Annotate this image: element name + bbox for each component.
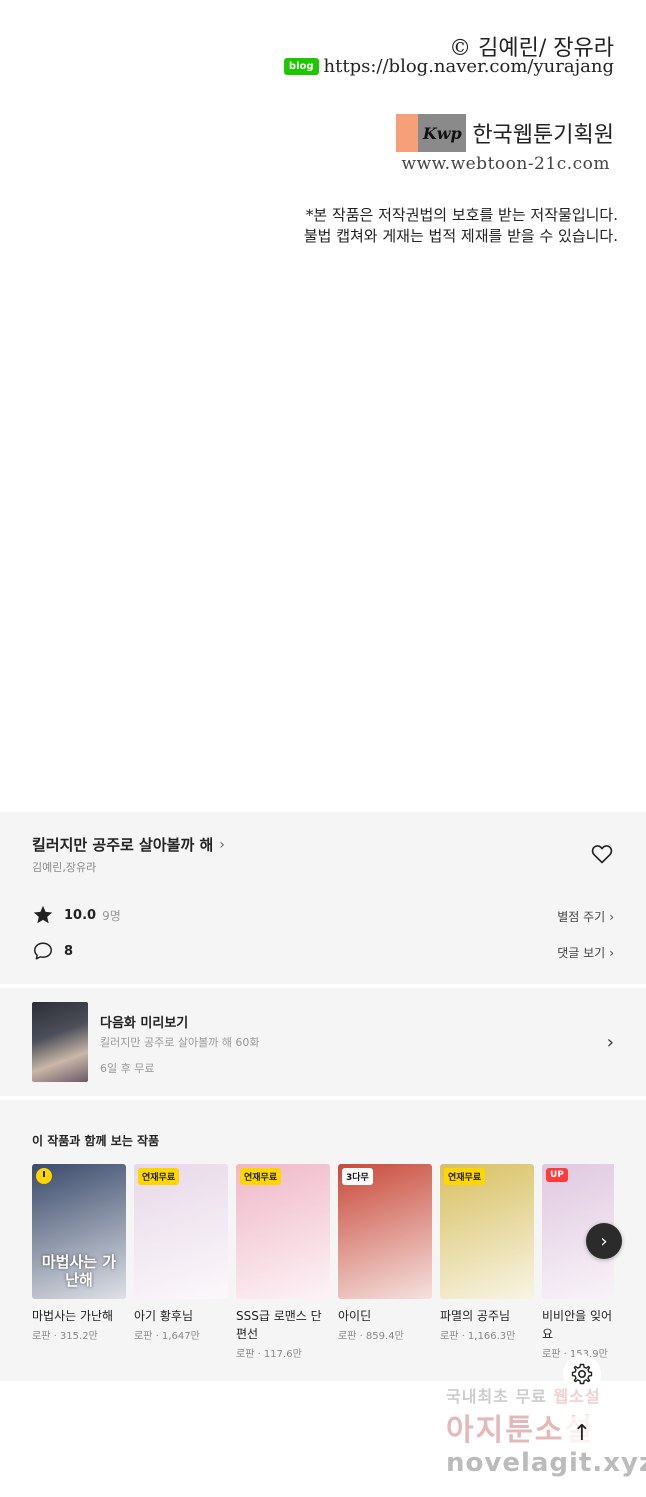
recommendation-meta: 로판 · 1,647만 [134, 1331, 200, 1342]
arrow-up-icon: ↑ [572, 1420, 592, 1446]
blog-icon: blog [283, 58, 319, 75]
recommendations-heading: 이 작품과 함께 보는 작품 [32, 1134, 160, 1148]
recommendation-cover: 연재무료 [236, 1164, 330, 1299]
watermark-line3: novelagit.xyz [446, 1448, 646, 1478]
recommendation-title: 아기 황후님 [134, 1309, 194, 1323]
blog-link[interactable]: blog https://blog.naver.com/yurajang [283, 56, 614, 77]
rating-summary: 10.0 9명 [32, 904, 121, 926]
work-info: 킬러지만 공주로 살아볼까 해 › 김예린,장유라 10.0 9명 별점 주기 … [0, 812, 646, 984]
recommendation-cover: 마법사는 가난해 [32, 1164, 126, 1299]
work-title-link[interactable]: 킬러지만 공주로 살아볼까 해 › [32, 834, 225, 855]
view-comments-button[interactable]: 댓글 보기 › [557, 944, 614, 961]
recommendation-meta: 로판 · 1,166.3만 [440, 1331, 516, 1342]
recommendation-cover: 3다무 [338, 1164, 432, 1299]
cover-title: 마법사는 가난해 [41, 1253, 117, 1289]
rating-count: 9명 [102, 908, 121, 923]
recommendation-title: 아이딘 [338, 1309, 372, 1323]
recommendation-title: SSS급 로맨스 단편선 [236, 1309, 322, 1341]
recommendation-badge: 연재무료 [240, 1168, 282, 1185]
recommendations-section: 이 작품과 함께 보는 작품 마법사는 가난해 마법사는 가난해 로판 · 315.… [0, 1100, 646, 1381]
viewer-page: © 김예린/ 장유라 blog https://blog.naver.com/y… [0, 0, 646, 1497]
kwp-brand: Kwp 한국웹툰기획원 [396, 114, 614, 152]
copyright-notice: *본 작품은 저작권법의 보호를 받는 저작물입니다. 불법 캡쳐와 게재는 법… [303, 206, 618, 245]
work-authors: 김예린,장유라 [32, 861, 97, 874]
chevron-right-icon: › [609, 945, 614, 960]
chevron-right-icon: › [609, 909, 614, 924]
clock-icon [36, 1168, 52, 1184]
recommendation-cover: 연재무료 [134, 1164, 228, 1299]
next-episode-preview[interactable]: 다음화 미리보기 킬러지만 공주로 살아볼까 해 60화 6일 후 무료 › [0, 988, 646, 1096]
recommendation-card[interactable]: 연재무료 SSS급 로맨스 단편선로판 · 117.6만 [236, 1164, 330, 1360]
comment-summary: 8 [32, 940, 73, 962]
recommendation-badge: 3다무 [342, 1168, 373, 1185]
work-title: 킬러지만 공주로 살아볼까 해 [32, 836, 214, 854]
blog-url: https://blog.naver.com/yurajang [323, 56, 614, 77]
next-episode-label: 다음화 미리보기 [100, 1016, 189, 1031]
rate-label: 별점 주기 [557, 910, 606, 924]
next-episode-title: 킬러지만 공주로 살아볼까 해 60화 [100, 1036, 260, 1049]
next-episode-free-info: 6일 후 무료 [100, 1062, 155, 1075]
comment-icon [34, 942, 52, 960]
carousel-next-button[interactable]: › [586, 1223, 622, 1259]
next-episode-thumbnail [32, 1002, 88, 1082]
chevron-right-icon: › [219, 836, 225, 853]
recommendation-badge: 연재무료 [444, 1168, 486, 1185]
rate-button[interactable]: 별점 주기 › [557, 908, 614, 925]
comments-label: 댓글 보기 [557, 946, 606, 960]
copyright-section: © 김예린/ 장유라 blog https://blog.naver.com/y… [0, 0, 646, 812]
recommendation-meta: 로판 · 117.6만 [236, 1349, 302, 1360]
recommendation-list: 마법사는 가난해 마법사는 가난해 로판 · 315.2만 연재무료 아기 황후님 로판 … [32, 1164, 614, 1381]
recommendation-card[interactable]: 3다무아이딘로판 · 859.4만 [338, 1164, 432, 1342]
recommendation-card[interactable]: 연재무료파멸의 공주님로판 · 1,166.3만 [440, 1164, 534, 1342]
kwp-url: www.webtoon-21c.com [401, 154, 610, 174]
kwp-logo: Kwp [396, 114, 467, 152]
recommendation-cover: 연재무료 [440, 1164, 534, 1299]
comment-count: 8 [64, 943, 74, 959]
watermark-line1: 국내최초 무료 웹소설 [446, 1387, 601, 1406]
recommendation-meta: 로판 · 315.2만 [32, 1331, 98, 1342]
recommendation-badge: UP [546, 1168, 568, 1182]
recommendation-title: 비비안을 잊어 세요 [542, 1309, 614, 1341]
recommendation-card[interactable]: 연재무료아기 황후님로판 · 1,647만 [134, 1164, 228, 1342]
recommendation-title: 파멸의 공주님 [440, 1309, 511, 1323]
recommendation-badge: 연재무료 [138, 1168, 180, 1185]
star-icon [33, 905, 53, 924]
heart-icon[interactable] [590, 842, 614, 866]
kwp-name: 한국웹툰기획원 [472, 123, 614, 148]
recommendation-card[interactable]: 마법사는 가난해 마법사는 가난해 로판 · 315.2만 [32, 1164, 126, 1342]
chevron-right-icon: › [600, 1230, 608, 1252]
recommendation-meta: 로판 · 859.4만 [338, 1331, 404, 1342]
chevron-right-icon: › [606, 1032, 614, 1053]
scroll-top-button[interactable]: ↑ [563, 1414, 601, 1452]
rating-value: 10.0 [64, 907, 97, 923]
recommendation-title: 마법사는 가난해 [32, 1309, 114, 1323]
recommendation-card[interactable]: UP비비안을 잊어 세요로판 · 153.9만 [542, 1164, 614, 1360]
